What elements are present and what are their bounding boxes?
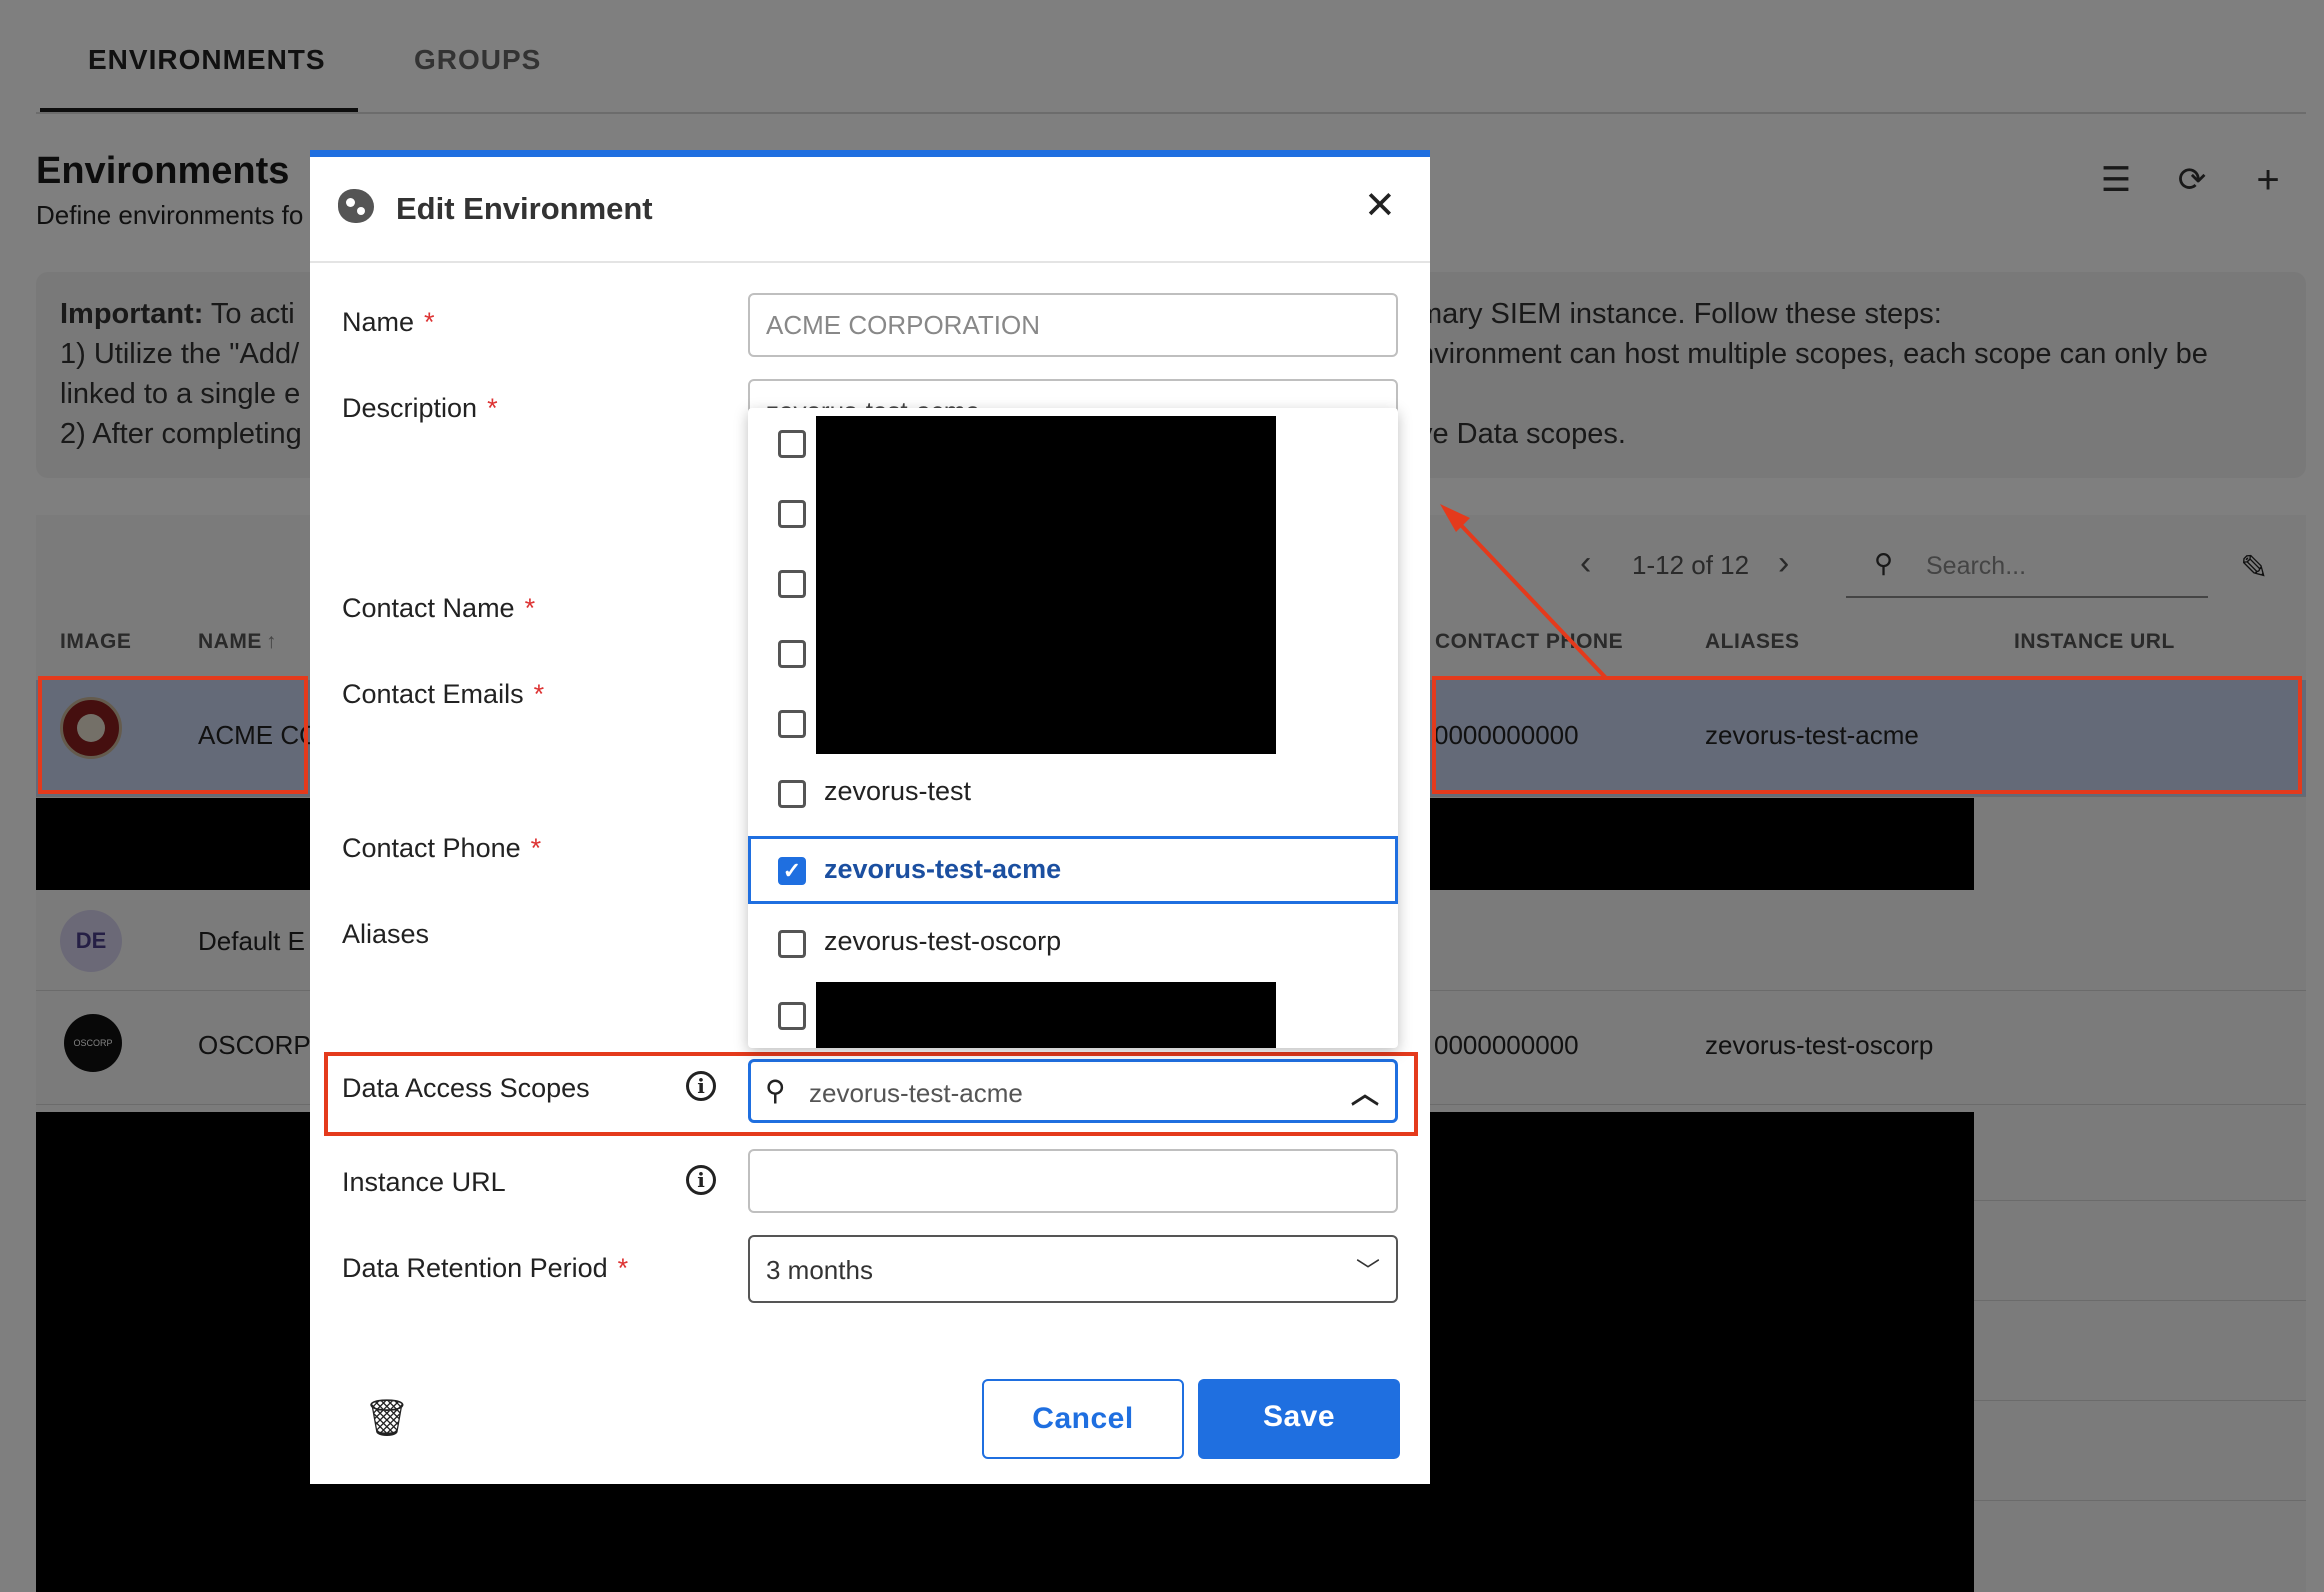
annotation-arrow xyxy=(1440,504,1608,680)
